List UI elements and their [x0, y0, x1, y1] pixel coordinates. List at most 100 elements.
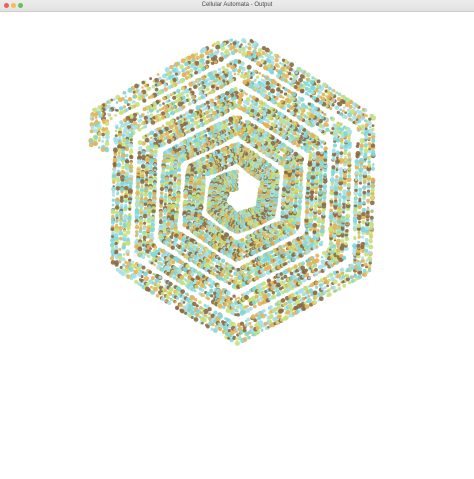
- cell: [320, 140, 324, 144]
- cell: [183, 249, 187, 252]
- cell: [294, 252, 297, 256]
- cell: [159, 186, 165, 192]
- cell: [230, 106, 234, 110]
- cell: [313, 203, 318, 209]
- cell: [249, 266, 253, 269]
- cell: [213, 106, 218, 110]
- cell: [284, 170, 288, 174]
- cell: [227, 159, 231, 162]
- cell: [303, 142, 306, 146]
- cell: [318, 190, 323, 195]
- cell: [323, 155, 328, 159]
- cell: [296, 162, 300, 166]
- cell: [214, 97, 218, 101]
- cell: [164, 195, 168, 199]
- cell: [177, 186, 181, 191]
- cell: [158, 220, 163, 225]
- cell: [159, 204, 163, 208]
- cell: [183, 194, 188, 199]
- cell: [281, 205, 285, 208]
- cell: [250, 275, 254, 278]
- cell: [320, 145, 324, 149]
- cell: [277, 121, 282, 126]
- cell: [194, 116, 198, 120]
- cell: [300, 146, 304, 149]
- cell: [244, 120, 248, 123]
- cell: [317, 209, 322, 214]
- cell: [243, 100, 247, 104]
- cell: [312, 222, 318, 228]
- cell: [170, 227, 174, 230]
- cell: [228, 116, 234, 122]
- output-canvas: [0, 12, 474, 479]
- cell: [217, 257, 221, 261]
- automaton-render: [88, 37, 377, 346]
- cell: [216, 100, 221, 105]
- cell: [163, 199, 168, 204]
- cell: [193, 175, 198, 179]
- cell: [205, 100, 210, 105]
- app-window: Cellular Automata - Output: [0, 0, 474, 479]
- cell: [205, 115, 210, 119]
- cell: [316, 223, 321, 228]
- cell: [174, 238, 178, 242]
- cell: [239, 252, 243, 256]
- cell: [237, 280, 241, 284]
- title-bar[interactable]: Cellular Automata - Output: [0, 0, 474, 12]
- cell: [270, 122, 274, 126]
- cell: [283, 223, 287, 226]
- cell: [284, 261, 288, 266]
- cell: [277, 126, 280, 130]
- cell: [163, 202, 167, 206]
- cell: [287, 260, 291, 264]
- cell: [195, 105, 201, 111]
- cell: [242, 104, 246, 107]
- cell: [315, 151, 321, 156]
- cell: [165, 231, 170, 236]
- cell: [281, 248, 286, 254]
- cell: [308, 217, 314, 223]
- cell: [229, 269, 233, 273]
- cell: [214, 240, 218, 244]
- cell: [165, 166, 170, 170]
- cell: [194, 171, 198, 175]
- cell: [240, 271, 244, 274]
- cell: [195, 125, 199, 129]
- cell: [315, 177, 319, 180]
- cell: [323, 172, 327, 177]
- cell: [220, 258, 226, 264]
- cell: [261, 272, 266, 277]
- cell: [186, 225, 190, 230]
- cell: [273, 119, 278, 124]
- cell: [236, 115, 239, 118]
- cell: [224, 91, 230, 96]
- cell: [249, 104, 253, 107]
- window-title: Cellular Automata - Output: [201, 2, 273, 8]
- cell: [168, 239, 172, 243]
- cell: [230, 274, 234, 278]
- cell: [190, 217, 194, 221]
- cell: [250, 99, 254, 103]
- cell: [230, 126, 233, 129]
- cell: [305, 229, 308, 232]
- cell: [165, 222, 171, 227]
- cell: [164, 189, 168, 193]
- cell: [308, 152, 314, 158]
- cell: [318, 173, 323, 178]
- cell: [281, 197, 286, 202]
- cell: [258, 109, 263, 114]
- cell: [175, 197, 181, 203]
- cell: [267, 265, 272, 269]
- cell: [312, 157, 316, 161]
- cell: [291, 174, 295, 178]
- cell: [314, 195, 318, 198]
- cell: [179, 141, 184, 146]
- cell: [293, 151, 299, 157]
- cell: [201, 226, 206, 231]
- cell: [304, 148, 308, 152]
- cell: [294, 179, 300, 184]
- cell: [315, 245, 319, 248]
- cell: [317, 216, 321, 220]
- cell: [283, 154, 287, 158]
- cell: [301, 132, 304, 136]
